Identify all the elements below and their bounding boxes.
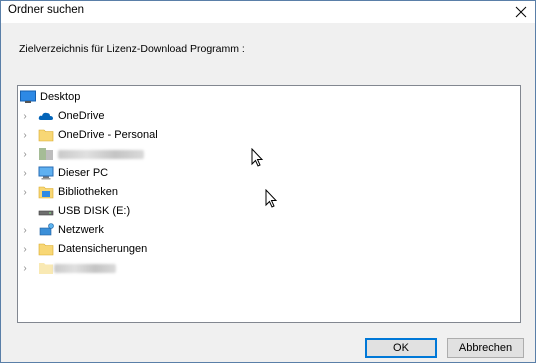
mouse-cursor-icon	[251, 148, 264, 167]
chevron-right-icon[interactable]: ›	[20, 164, 30, 183]
folder-icon	[38, 129, 54, 142]
chevron-right-icon[interactable]: ›	[20, 183, 30, 202]
chevron-right-icon[interactable]: ›	[20, 240, 30, 259]
chevron-right-icon[interactable]: ›	[20, 145, 30, 164]
network-icon	[39, 223, 54, 236]
cancel-button[interactable]: Abbrechen	[447, 338, 524, 358]
tree-item-netzwerk[interactable]: › Netzwerk	[18, 221, 518, 240]
title-bar[interactable]: Ordner suchen	[1, 1, 535, 23]
browse-folder-dialog: Ordner suchen Zielverzeichnis für Lizenz…	[0, 0, 536, 363]
tree-item-dieser-pc[interactable]: › Dieser PC	[18, 164, 518, 183]
tree-item-redacted-folder[interactable]: ›	[18, 259, 518, 278]
tree-item-user-folder[interactable]: ›	[18, 145, 518, 164]
redacted-label	[54, 264, 116, 273]
close-icon	[515, 6, 527, 18]
usb-drive-icon	[38, 210, 54, 216]
tree-item-onedrive[interactable]: › OneDrive	[18, 107, 518, 126]
window-title: Ordner suchen	[8, 4, 85, 16]
redacted-label	[58, 150, 144, 159]
mouse-cursor-icon	[265, 189, 278, 208]
chevron-right-icon[interactable]: ›	[20, 259, 30, 278]
user-folder-icon	[39, 148, 53, 160]
folder-icon	[38, 243, 54, 256]
chevron-right-icon[interactable]: ›	[20, 107, 30, 126]
chevron-right-icon[interactable]: ›	[20, 221, 30, 240]
desktop-icon	[20, 90, 36, 103]
cloud-icon	[38, 112, 53, 120]
chevron-right-icon[interactable]: ›	[20, 126, 30, 145]
tree-item-datensicherungen[interactable]: › Datensicherungen	[18, 240, 518, 259]
folder-icon	[39, 263, 53, 274]
library-icon	[38, 186, 54, 199]
tree-item-desktop[interactable]: Desktop	[18, 88, 518, 107]
ok-button[interactable]: OK	[365, 338, 437, 358]
instruction-text: Zielverzeichnis für Lizenz-Download Prog…	[19, 43, 245, 55]
close-button[interactable]	[507, 1, 535, 23]
tree-item-onedrive-personal[interactable]: › OneDrive - Personal	[18, 126, 518, 145]
computer-icon	[38, 166, 54, 180]
